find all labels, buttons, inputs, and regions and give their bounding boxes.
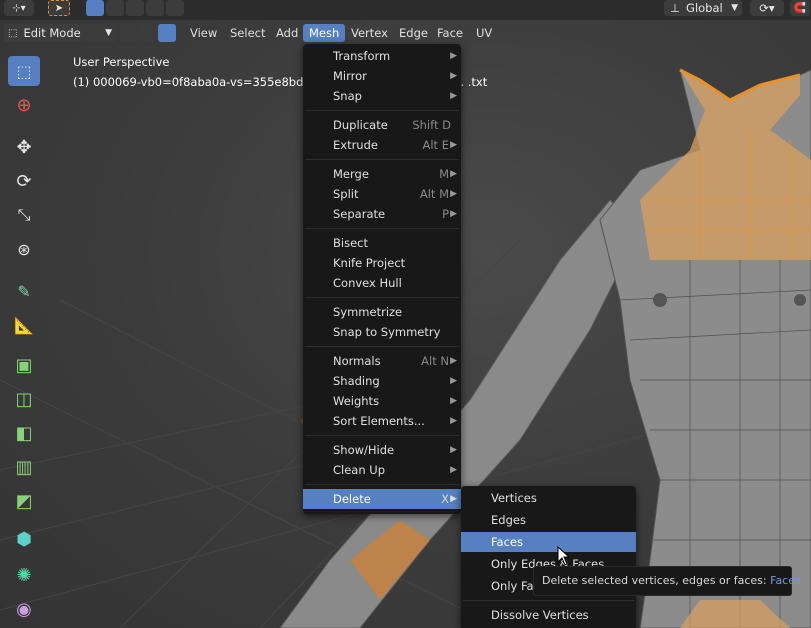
- mesh-menu: Transform ▶ Mirror ▶ Snap ▶ Duplicate Shift …: [303, 44, 461, 514]
- menu-item-show-hide[interactable]: Show/Hide ▶: [303, 440, 461, 460]
- menu-item-sort-elements[interactable]: Sort Elements... ▶: [303, 411, 461, 431]
- delete-submenu: Vertices Edges Faces Only Edges & Faces …: [461, 486, 636, 628]
- editor-type-icon: ⊹▾: [12, 2, 26, 14]
- loop-cut-tool-icon[interactable]: ▥: [8, 452, 40, 482]
- menu-separator: [305, 297, 459, 298]
- menu-separator: [463, 600, 634, 601]
- knife-tool-icon[interactable]: ◩: [8, 486, 40, 516]
- select-mode-subtract-icon[interactable]: [126, 0, 144, 16]
- select-mode-invert-icon[interactable]: [146, 0, 164, 16]
- cursor-tool-icon[interactable]: ⊕: [8, 90, 40, 120]
- edge-select-mode-icon[interactable]: [139, 24, 157, 42]
- menu-item-normals[interactable]: Normals Alt N ▶: [303, 351, 461, 371]
- poly-build-tool-icon[interactable]: ⬢: [8, 524, 40, 554]
- menu-view[interactable]: View: [184, 24, 223, 42]
- menu-separator: [305, 110, 459, 111]
- menu-add[interactable]: Add: [270, 24, 304, 42]
- menu-item-weights[interactable]: Weights ▶: [303, 391, 461, 411]
- mode-dropdown[interactable]: ⬚ Edit Mode ▼: [4, 24, 116, 42]
- menu-item-split[interactable]: Split Alt M ▶: [303, 184, 461, 204]
- perspective-label: User Perspective: [73, 55, 170, 69]
- menu-vertex[interactable]: Vertex: [345, 24, 394, 42]
- menu-item-clean-up[interactable]: Clean Up ▶: [303, 460, 461, 480]
- menu-item-convex-hull[interactable]: Convex Hull: [303, 273, 461, 293]
- delete-vertices-item[interactable]: Vertices: [461, 488, 636, 508]
- menu-item-extrude[interactable]: Extrude Alt E ▶: [303, 135, 461, 155]
- menu-uv[interactable]: UV: [470, 24, 498, 42]
- menu-mesh[interactable]: Mesh: [303, 24, 346, 42]
- pivot-icon: ⟳▾: [759, 1, 775, 15]
- menu-item-duplicate[interactable]: Duplicate Shift D: [303, 115, 461, 135]
- tooltip-text: Delete selected vertices, edges or faces…: [542, 574, 767, 587]
- measure-tool-icon[interactable]: 📐: [8, 310, 40, 340]
- spin-tool-icon[interactable]: ✺: [8, 560, 40, 590]
- move-tool-icon[interactable]: ✥: [8, 132, 40, 162]
- select-mode-new-icon[interactable]: [86, 0, 104, 16]
- bevel-tool-icon[interactable]: ◧: [8, 418, 40, 448]
- delete-tooltip: Delete selected vertices, edges or faces…: [533, 566, 801, 596]
- chevron-down-icon: ▼: [105, 28, 112, 38]
- menu-separator: [305, 228, 459, 229]
- menu-edge[interactable]: Edge: [393, 24, 434, 42]
- top-strip: ⊹▾ ➤ ⊥ Global ▼ ⟳▾ 🧲: [0, 0, 811, 20]
- select-mode-intersect-icon[interactable]: [166, 0, 184, 16]
- mode-label: Edit Mode: [23, 26, 81, 40]
- scale-tool-icon[interactable]: ⤡: [8, 200, 40, 230]
- mouse-cursor-icon: [557, 546, 571, 566]
- menu-separator: [305, 435, 459, 436]
- inset-tool-icon[interactable]: ◫: [8, 384, 40, 414]
- menu-separator: [305, 484, 459, 485]
- face-select-mode-icon[interactable]: [158, 24, 176, 42]
- delete-faces-item[interactable]: Faces: [461, 532, 636, 552]
- snap-icon[interactable]: 🧲: [790, 0, 810, 16]
- menu-item-transform[interactable]: Transform ▶: [303, 46, 461, 66]
- menu-item-bisect[interactable]: Bisect: [303, 233, 461, 253]
- menu-item-shading[interactable]: Shading ▶: [303, 371, 461, 391]
- orientation-icon: ⊥: [670, 1, 681, 15]
- chevron-down-icon: ▼: [731, 3, 738, 13]
- select-box-tool-icon[interactable]: ⬚: [8, 56, 40, 86]
- menu-item-knife-project[interactable]: Knife Project: [303, 253, 461, 273]
- select-mode-extend-icon[interactable]: [106, 0, 124, 16]
- menu-separator: [305, 346, 459, 347]
- pivot-point-dropdown[interactable]: ⟳▾: [750, 0, 784, 16]
- rotate-tool-icon[interactable]: ⟳: [8, 166, 40, 196]
- edit-mode-icon: ⬚: [8, 27, 18, 39]
- menu-item-snap-to-symmetry[interactable]: Snap to Symmetry: [303, 322, 461, 342]
- vertex-select-mode-icon[interactable]: [120, 24, 138, 42]
- dissolve-vertices-item[interactable]: Dissolve Vertices: [461, 605, 636, 625]
- extrude-tool-icon[interactable]: ▣: [8, 350, 40, 380]
- delete-edges-item[interactable]: Edges: [461, 510, 636, 530]
- orientation-label: Global: [686, 1, 723, 15]
- menu-item-merge[interactable]: Merge M ▶: [303, 164, 461, 184]
- transform-orientation-dropdown[interactable]: ⊥ Global ▼: [664, 0, 742, 16]
- editor-type-button[interactable]: ⊹▾: [4, 0, 34, 16]
- menu-item-delete[interactable]: Delete X ▶: [303, 489, 461, 509]
- annotate-tool-icon[interactable]: ✎: [8, 276, 40, 306]
- select-tool-icon[interactable]: ➤: [48, 0, 70, 16]
- menu-item-mirror[interactable]: Mirror ▶: [303, 66, 461, 86]
- menu-item-symmetrize[interactable]: Symmetrize: [303, 302, 461, 322]
- smooth-tool-icon[interactable]: ◉: [8, 594, 40, 624]
- menu-select[interactable]: Select: [224, 24, 271, 42]
- transform-tool-icon[interactable]: ⊛: [8, 234, 40, 264]
- tooltip-highlight: Faces: [770, 574, 801, 587]
- menu-item-snap[interactable]: Snap ▶: [303, 86, 461, 106]
- menu-face[interactable]: Face: [431, 24, 469, 42]
- menu-separator: [305, 159, 459, 160]
- menu-item-separate[interactable]: Separate P ▶: [303, 204, 461, 224]
